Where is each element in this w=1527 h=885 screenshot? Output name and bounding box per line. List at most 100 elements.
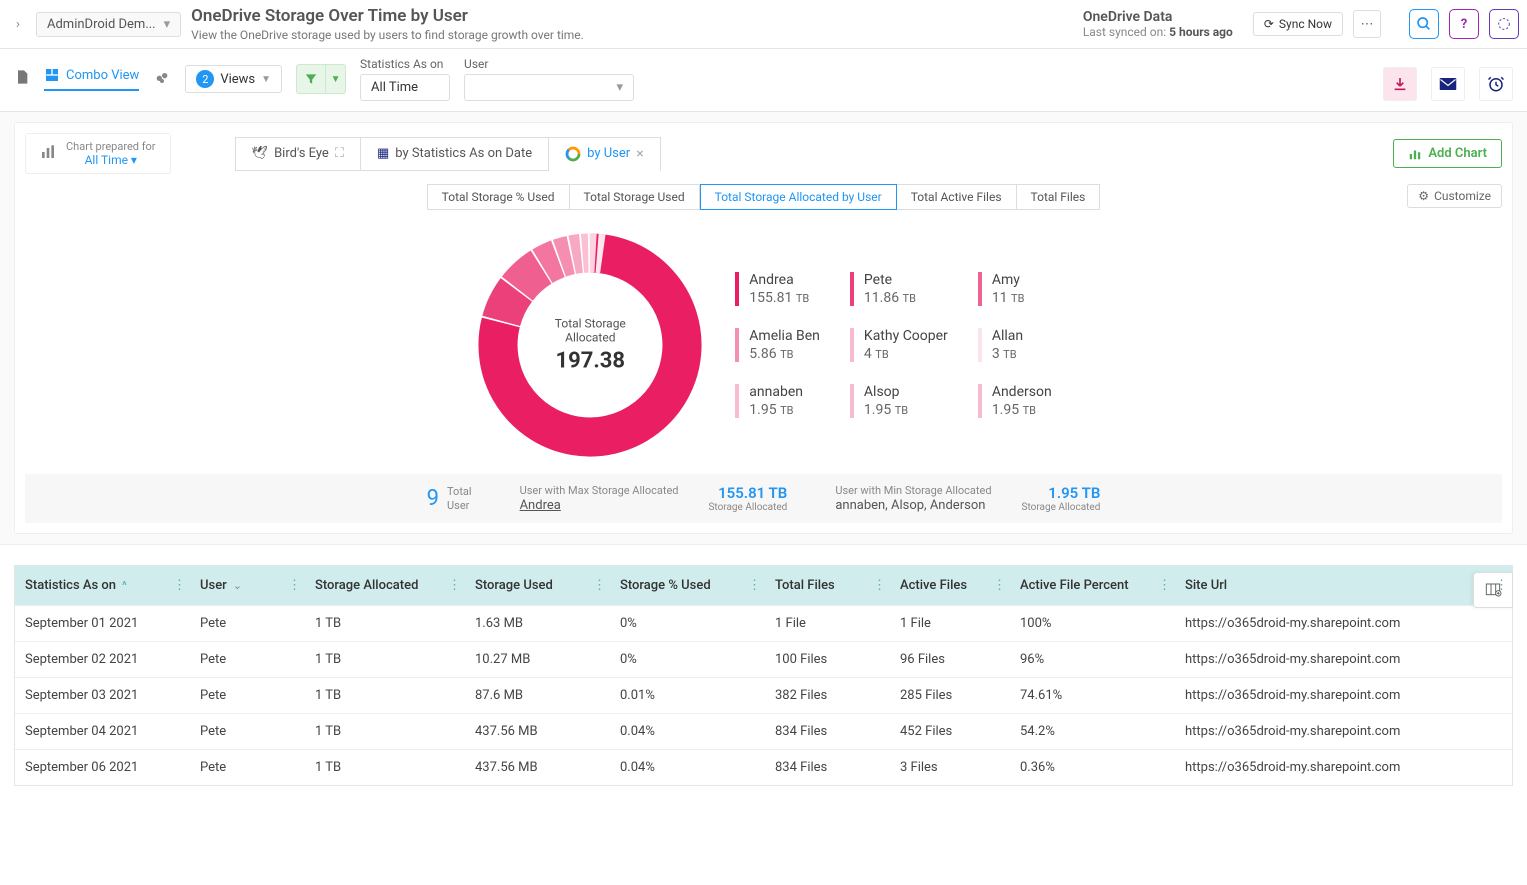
min-user-label: User with Min Storage Allocated (835, 484, 991, 497)
tab-by-user[interactable]: by User × (549, 137, 661, 171)
table-cell: 437.56 MB (465, 750, 610, 785)
gear-icon: ⚙ (1418, 189, 1429, 203)
legend-item[interactable]: Amy11 TB (978, 272, 1052, 306)
sync-now-button[interactable]: ⟳ Sync Now (1253, 12, 1343, 36)
table-cell: Pete (190, 606, 305, 641)
legend-item[interactable]: Alsop1.95 TB (850, 384, 948, 418)
drag-handle-icon[interactable]: ⋮ (873, 578, 886, 593)
table-cell: September 04 2021 (15, 714, 190, 749)
column-header[interactable]: Storage % Used⋮ (610, 566, 765, 605)
column-header[interactable]: Active File Percent⋮ (1010, 566, 1175, 605)
search-icon (1416, 16, 1432, 32)
drag-handle-icon[interactable]: ⋮ (748, 578, 761, 593)
table-cell: 1.63 MB (465, 606, 610, 641)
refresh-icon: ⟳ (1264, 17, 1274, 31)
table-row[interactable]: September 06 2021Pete1 TB437.56 MB0.04%8… (15, 749, 1512, 785)
stat-as-on-select[interactable]: All Time (360, 74, 450, 101)
drag-handle-icon[interactable]: ⋮ (1495, 578, 1508, 593)
legend-item[interactable]: Andrea155.81 TB (735, 272, 820, 306)
chart-prep-dropdown[interactable]: All Time ▾ (66, 153, 156, 167)
add-chart-icon (1408, 147, 1422, 161)
drag-handle-icon[interactable]: ⋮ (288, 578, 301, 593)
legend-item[interactable]: Pete11.86 TB (850, 272, 948, 306)
filter-button[interactable] (296, 64, 326, 94)
document-icon[interactable] (14, 68, 30, 90)
combo-view-icon (44, 67, 60, 83)
column-header[interactable]: Storage Allocated⋮ (305, 566, 465, 605)
min-user-value: 1.95 TB (1022, 484, 1101, 502)
mail-icon (1439, 77, 1457, 91)
sync-title: OneDrive Data (1083, 9, 1233, 25)
customize-button[interactable]: ⚙ Customize (1407, 184, 1502, 208)
subtab-storage-allocated[interactable]: Total Storage Allocated by User (700, 184, 897, 210)
table-cell: https://o365droid-my.sharepoint.com (1175, 606, 1512, 641)
table-cell: 0.36% (1010, 750, 1175, 785)
alarm-icon (1487, 75, 1505, 93)
max-user-name[interactable]: Andrea (520, 498, 679, 513)
sparkle-icon (1496, 16, 1512, 32)
table-cell: 100 Files (765, 642, 890, 677)
close-tab-icon[interactable]: × (636, 146, 643, 162)
column-header[interactable]: Site Url⋮ (1175, 566, 1512, 605)
legend-item[interactable]: Anderson1.95 TB (978, 384, 1052, 418)
subtab-storage-pct-used[interactable]: Total Storage % Used (427, 184, 570, 210)
sync-ago: 5 hours ago (1169, 25, 1233, 39)
user-filter-select[interactable]: ▾ (464, 74, 634, 101)
table-cell: 382 Files (765, 678, 890, 713)
donut-chart[interactable]: Total Storage Allocated 197.38 (475, 230, 705, 460)
subtab-storage-used[interactable]: Total Storage Used (570, 184, 700, 210)
legend-item[interactable]: annaben1.95 TB (735, 384, 820, 418)
column-header[interactable]: Active Files⋮ (890, 566, 1010, 605)
user-filter-label: User (464, 57, 634, 71)
subtab-active-files[interactable]: Total Active Files (897, 184, 1017, 210)
org-dropdown[interactable]: AdminDroid Dem... ▾ (36, 12, 181, 37)
sort-indicator-icon: ⌄ (233, 579, 242, 592)
sync-now-label: Sync Now (1279, 17, 1332, 31)
column-header[interactable]: Total Files⋮ (765, 566, 890, 605)
drag-handle-icon[interactable]: ⋮ (993, 578, 1006, 593)
drag-handle-icon[interactable]: ⋮ (173, 578, 186, 593)
table-cell: 1 TB (305, 714, 465, 749)
search-button[interactable] (1409, 9, 1439, 39)
nav-forward[interactable]: › (8, 14, 28, 34)
table-cell: https://o365droid-my.sharepoint.com (1175, 642, 1512, 677)
table-cell: 0% (610, 642, 765, 677)
legend-item[interactable]: Amelia Ben5.86 TB (735, 328, 820, 362)
email-button[interactable] (1431, 67, 1465, 101)
table-cell: 3 Files (890, 750, 1010, 785)
chart-view-icon[interactable] (153, 69, 171, 89)
tab-birds-eye[interactable]: 🕊 Bird's Eye ⛶ (235, 137, 361, 171)
subtab-total-files[interactable]: Total Files (1017, 184, 1101, 210)
drag-handle-icon[interactable]: ⋮ (448, 578, 461, 593)
add-chart-button[interactable]: Add Chart (1393, 139, 1502, 168)
table-row[interactable]: September 03 2021Pete1 TB87.6 MB0.01%382… (15, 677, 1512, 713)
table-cell: 10.27 MB (465, 642, 610, 677)
table-row[interactable]: September 01 2021Pete1 TB1.63 MB0%1 File… (15, 605, 1512, 641)
help-button[interactable]: ? (1449, 9, 1479, 39)
column-header[interactable]: User ⌄⋮ (190, 566, 305, 605)
table-cell: 0.04% (610, 750, 765, 785)
total-users-value: 9 (427, 486, 439, 511)
table-row[interactable]: September 02 2021Pete1 TB10.27 MB0%100 F… (15, 641, 1512, 677)
drag-handle-icon[interactable]: ⋮ (1158, 578, 1171, 593)
drag-handle-icon[interactable]: ⋮ (593, 578, 606, 593)
legend-item[interactable]: Allan3 TB (978, 328, 1052, 362)
views-dropdown[interactable]: 2 Views ▼ (185, 65, 282, 93)
table-cell: 96% (1010, 642, 1175, 677)
views-count-badge: 2 (196, 70, 214, 88)
ai-assistant-button[interactable] (1489, 9, 1519, 39)
schedule-button[interactable] (1479, 67, 1513, 101)
combo-view-tab[interactable]: Combo View (44, 67, 139, 91)
column-header[interactable]: Storage Used⋮ (465, 566, 610, 605)
table-row[interactable]: September 04 2021Pete1 TB437.56 MB0.04%8… (15, 713, 1512, 749)
table-cell: 1 TB (305, 678, 465, 713)
column-header[interactable]: Statistics As on ^⋮ (15, 566, 190, 605)
filter-dropdown[interactable]: ▼ (326, 64, 346, 94)
legend-item[interactable]: Kathy Cooper4 TB (850, 328, 948, 362)
table-cell: September 06 2021 (15, 750, 190, 785)
download-button[interactable] (1383, 67, 1417, 101)
sync-prefix: Last synced on: (1083, 25, 1169, 39)
more-menu-button[interactable]: ⋯ (1353, 10, 1381, 38)
tab-by-statistics-date[interactable]: ▦ by Statistics As on Date (361, 137, 549, 171)
table-cell: Pete (190, 678, 305, 713)
